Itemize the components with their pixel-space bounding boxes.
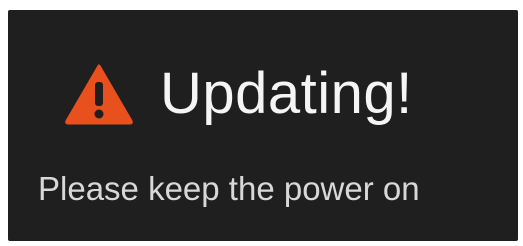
- status-message: Please keep the power on: [38, 170, 420, 207]
- update-notice-panel: Updating! Please keep the power on: [8, 10, 518, 241]
- title-row: Updating!: [64, 58, 413, 130]
- warning-triangle-icon: [65, 64, 133, 125]
- page-title: Updating!: [160, 61, 413, 126]
